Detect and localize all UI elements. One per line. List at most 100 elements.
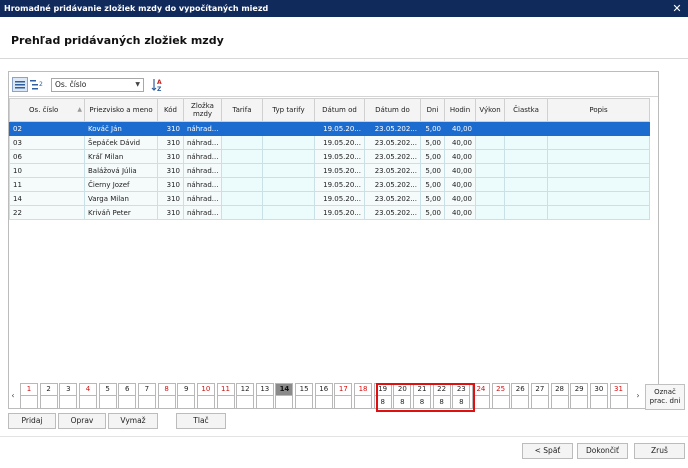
table-cell[interactable]: Balážová Júlia — [84, 163, 158, 178]
table-cell[interactable]: 19.05.20... — [314, 205, 365, 220]
table-cell[interactable] — [262, 191, 315, 206]
table-cell[interactable] — [547, 191, 650, 206]
day-hours-input[interactable] — [609, 396, 628, 409]
day-hours-input[interactable] — [511, 396, 530, 409]
table-cell[interactable] — [221, 191, 263, 206]
table-cell[interactable]: náhrad... — [183, 135, 222, 150]
group-icon[interactable]: 2 — [29, 77, 45, 92]
day-hours-input[interactable] — [314, 396, 333, 409]
table-cell[interactable] — [262, 163, 315, 178]
table-row[interactable]: 03 Šepáček Dávid 310 náhrad... 19.05.20... 23… — [9, 135, 650, 150]
calendar-day[interactable]: 15 — [295, 383, 314, 409]
day-hours-input[interactable] — [216, 396, 235, 409]
table-cell[interactable]: 03 — [9, 135, 85, 150]
day-hours-input[interactable] — [530, 396, 549, 409]
day-hours-input[interactable] — [295, 396, 314, 409]
table-cell[interactable]: 19.05.20... — [314, 191, 365, 206]
table-cell[interactable]: 10 — [9, 163, 85, 178]
column-header[interactable]: Výkon — [475, 98, 505, 122]
edit-button[interactable]: Oprav — [58, 413, 106, 429]
calendar-next-arrow[interactable]: › — [633, 383, 643, 409]
table-cell[interactable]: 310 — [157, 149, 184, 164]
table-cell[interactable]: 23.05.202... — [364, 177, 421, 192]
table-cell[interactable]: 40,00 — [444, 121, 476, 136]
calendar-day[interactable]: 1 — [20, 383, 38, 409]
table-cell[interactable] — [475, 191, 505, 206]
calendar-day[interactable]: 17 — [334, 383, 353, 409]
table-cell[interactable]: 310 — [157, 121, 184, 136]
table-cell[interactable]: náhrad... — [183, 121, 222, 136]
calendar-day[interactable]: 31 — [609, 383, 628, 409]
table-cell[interactable] — [475, 135, 505, 150]
column-header[interactable]: Priezvisko a meno — [84, 98, 158, 122]
table-cell[interactable]: 5,00 — [420, 205, 445, 220]
table-cell[interactable]: 23.05.202... — [364, 163, 421, 178]
day-hours-input[interactable] — [354, 396, 373, 409]
table-cell[interactable] — [547, 163, 650, 178]
table-cell[interactable]: náhrad... — [183, 163, 222, 178]
table-cell[interactable] — [262, 149, 315, 164]
table-cell[interactable]: 310 — [157, 163, 184, 178]
table-cell[interactable]: 40,00 — [444, 191, 476, 206]
day-hours-input[interactable] — [570, 396, 589, 409]
calendar-day[interactable]: 18 — [354, 383, 373, 409]
day-hours-input[interactable] — [491, 396, 510, 409]
column-header[interactable]: Dátum do — [364, 98, 421, 122]
table-cell[interactable]: Varga Milan — [84, 191, 158, 206]
table-cell[interactable] — [504, 135, 548, 150]
table-row[interactable]: 22 Kriváň Peter 310 náhrad... 19.05.20... 23.… — [9, 205, 650, 220]
day-hours-input[interactable] — [20, 396, 38, 409]
day-hours-input[interactable] — [118, 396, 137, 409]
calendar-day[interactable]: 30 — [589, 383, 608, 409]
table-cell[interactable]: 23.05.202... — [364, 205, 421, 220]
table-cell[interactable]: 23.05.202... — [364, 121, 421, 136]
table-cell[interactable]: 310 — [157, 205, 184, 220]
day-hours-input[interactable] — [275, 396, 294, 409]
calendar-day[interactable]: 2 — [39, 383, 58, 409]
table-cell[interactable] — [262, 205, 315, 220]
table-cell[interactable] — [475, 177, 505, 192]
column-header[interactable]: Tarifa — [221, 98, 263, 122]
table-cell[interactable] — [547, 205, 650, 220]
table-cell[interactable] — [547, 135, 650, 150]
table-cell[interactable]: náhrad... — [183, 191, 222, 206]
table-cell[interactable]: 40,00 — [444, 135, 476, 150]
table-cell[interactable] — [221, 205, 263, 220]
calendar-day[interactable]: 5 — [98, 383, 117, 409]
day-hours-input[interactable] — [177, 396, 196, 409]
table-cell[interactable] — [475, 163, 505, 178]
day-hours-input[interactable] — [157, 396, 176, 409]
table-cell[interactable] — [504, 191, 548, 206]
table-cell[interactable]: náhrad... — [183, 149, 222, 164]
table-cell[interactable]: 19.05.20... — [314, 177, 365, 192]
cancel-button[interactable]: Zruš — [634, 443, 685, 459]
column-header[interactable]: Popis — [547, 98, 650, 122]
add-button[interactable]: Pridaj — [8, 413, 56, 429]
calendar-day[interactable]: 16 — [314, 383, 333, 409]
table-cell[interactable] — [504, 163, 548, 178]
day-hours-input[interactable] — [236, 396, 255, 409]
calendar-day[interactable]: 14 — [275, 383, 294, 409]
table-cell[interactable]: 5,00 — [420, 177, 445, 192]
day-hours-input[interactable] — [137, 396, 156, 409]
table-cell[interactable]: 19.05.20... — [314, 149, 365, 164]
day-hours-input[interactable] — [59, 396, 78, 409]
table-cell[interactable]: 310 — [157, 177, 184, 192]
table-cell[interactable]: 5,00 — [420, 163, 445, 178]
day-hours-input[interactable] — [255, 396, 274, 409]
calendar-day[interactable]: 7 — [137, 383, 156, 409]
table-cell[interactable]: 40,00 — [444, 177, 476, 192]
table-cell[interactable]: 23.05.202... — [364, 149, 421, 164]
calendar-day[interactable]: 28 — [550, 383, 569, 409]
day-hours-input[interactable] — [98, 396, 117, 409]
calendar-day[interactable]: 25 — [491, 383, 510, 409]
table-cell[interactable]: Šepáček Dávid — [84, 135, 158, 150]
calendar-day[interactable]: 9 — [177, 383, 196, 409]
mark-workdays-button[interactable]: Označ prac. dni — [645, 384, 685, 410]
column-header[interactable]: Kód — [157, 98, 184, 122]
calendar-day[interactable]: 27 — [530, 383, 549, 409]
table-cell[interactable] — [504, 205, 548, 220]
table-cell[interactable] — [221, 135, 263, 150]
data-grid[interactable]: Os. číslo ▲ Priezvisko a meno Kód Zložka mzd… — [9, 98, 658, 383]
table-row[interactable]: 06 Kráľ Milan 310 náhrad... 19.05.20... 23.05… — [9, 149, 650, 164]
